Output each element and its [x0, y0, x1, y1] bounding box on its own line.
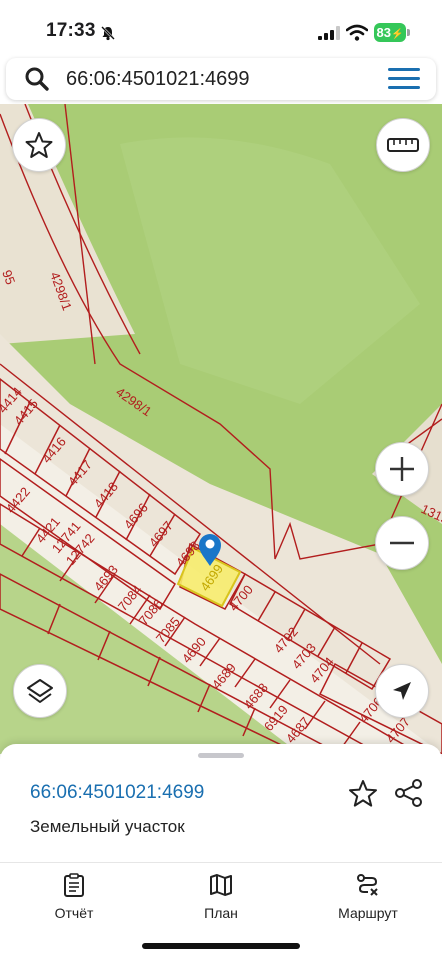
home-indicator[interactable] [142, 943, 300, 949]
search-input[interactable]: 66:06:4501021:4699 [66, 68, 250, 91]
battery-cap [407, 29, 410, 36]
signal-icon [318, 26, 340, 40]
tab-report-label: Отчёт [54, 905, 94, 921]
favorite-star-icon[interactable] [348, 778, 378, 808]
zoom-in-icon [390, 457, 414, 481]
zoom-in-button[interactable] [375, 442, 429, 496]
tab-report[interactable]: Отчёт [14, 873, 134, 921]
map-plan-icon [210, 874, 232, 896]
ruler-button[interactable] [376, 118, 430, 172]
zoom-out-icon [390, 541, 414, 545]
cadastral-map[interactable]: 4298/1 4298/1 95 4415 4416 4417 4418 441… [0, 104, 442, 754]
share-icon[interactable] [394, 778, 424, 808]
battery-icon: 83⚡ [374, 23, 406, 42]
status-bar: 17:33 83⚡ [0, 0, 442, 58]
tab-route-label: Маршрут [338, 905, 398, 921]
cadastral-number[interactable]: 66:06:4501021:4699 [30, 782, 204, 804]
map-canvas[interactable]: 4298/1 4298/1 95 4415 4416 4417 4418 441… [0, 104, 442, 754]
bell-slash-icon [101, 26, 115, 41]
battery-level: 83 [376, 25, 391, 40]
locate-arrow-icon [393, 682, 411, 700]
search-icon[interactable] [24, 66, 50, 92]
layers-icon [27, 679, 53, 703]
status-time: 17:33 [46, 20, 96, 41]
search-bar[interactable]: 66:06:4501021:4699 [6, 58, 436, 100]
hamburger-menu-icon[interactable] [388, 68, 420, 90]
favorite-star-icon [25, 132, 53, 158]
tab-route[interactable]: Маршрут [308, 873, 428, 921]
layers-button[interactable] [13, 664, 67, 718]
ruler-icon [387, 138, 419, 152]
parcel-info-sheet[interactable]: 66:06:4501021:4699 Земельный участок [0, 744, 442, 862]
locate-button[interactable] [375, 664, 429, 718]
favorite-button[interactable] [12, 118, 66, 172]
tab-plan-label: План [204, 905, 238, 921]
tab-plan[interactable]: План [161, 873, 281, 921]
sheet-drag-handle[interactable] [198, 753, 244, 758]
zoom-out-button[interactable] [375, 516, 429, 570]
wifi-icon [346, 24, 368, 41]
report-clipboard-icon [64, 873, 84, 897]
route-icon [357, 874, 378, 896]
parcel-type: Земельный участок [30, 817, 185, 836]
